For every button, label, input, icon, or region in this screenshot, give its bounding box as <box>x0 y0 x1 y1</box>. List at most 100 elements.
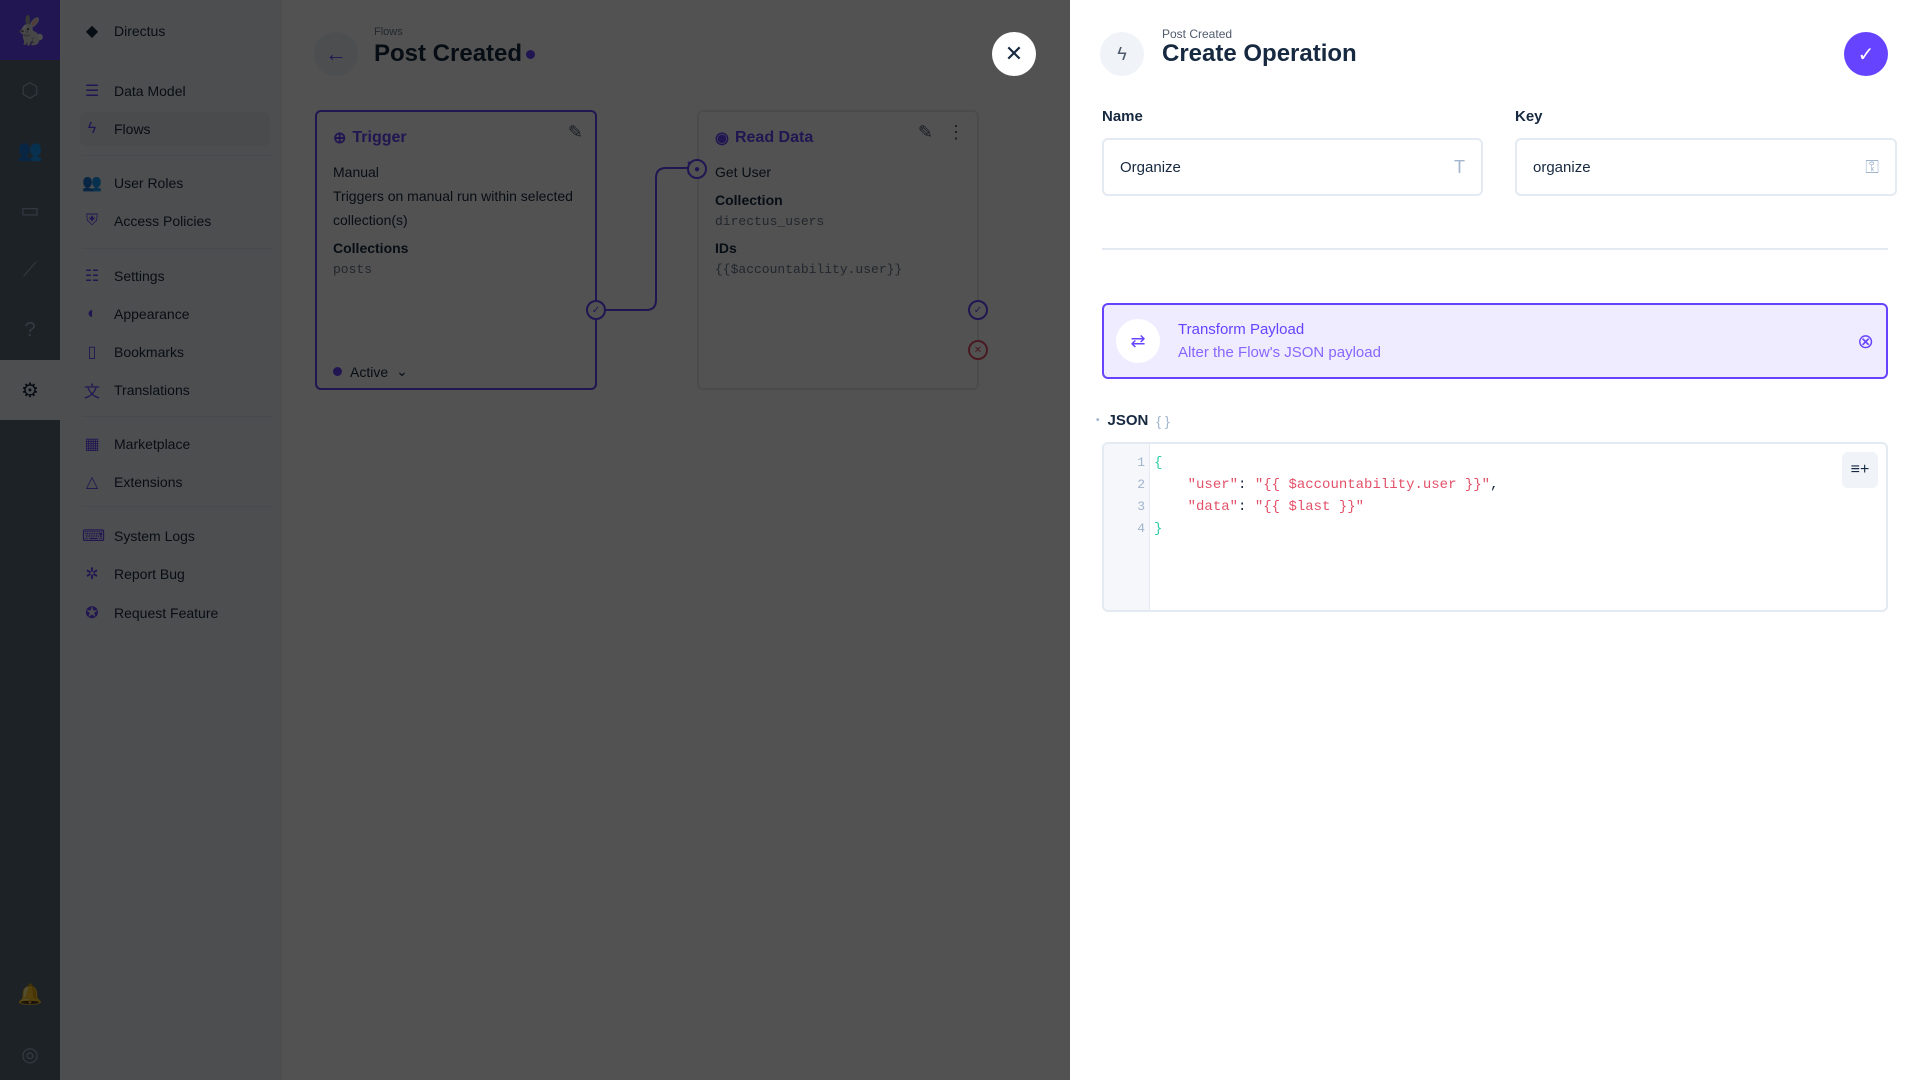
sidebar-item-bookmarks[interactable]: ▯ Bookmarks <box>80 335 270 369</box>
json-field-label: • JSON { } <box>1096 412 1170 429</box>
sidebar-item-marketplace[interactable]: ▦ Marketplace <box>80 427 270 461</box>
trigger-title: Trigger <box>352 129 407 146</box>
trigger-tools: ✎ <box>568 122 583 143</box>
sidebar-item-data-model[interactable]: ☰ Data Model <box>80 74 270 108</box>
read-data-panel[interactable]: ◉ Read Data ✎ ⋮ Get User Collection direct… <box>697 110 979 390</box>
key-label: Key <box>1515 108 1543 125</box>
key-input[interactable]: organize ⚿ <box>1515 138 1897 196</box>
verified-icon: ✪ <box>85 605 99 622</box>
save-button[interactable]: ✓ <box>1844 32 1888 76</box>
collections-value: posts <box>333 262 373 277</box>
modal-overlay-dimmed-background[interactable]: 🐇 ⬡ 👥 ▭ ⟋ ? ⚙ 🔔 ◎ ◆ Directus ☰ Data Model … <box>0 0 1070 1080</box>
arrow-left-icon: ← <box>325 41 347 66</box>
deselect-operation-icon[interactable]: ⊗ <box>1857 329 1874 354</box>
required-dot: • <box>1096 415 1100 426</box>
code-line: } <box>1154 521 1163 537</box>
operation-name: Get User <box>715 164 772 180</box>
active-dot <box>333 367 342 376</box>
sidebar-item-report-bug[interactable]: ✲ Report Bug <box>80 557 270 591</box>
close-icon: ✕ <box>1004 41 1024 66</box>
sidebar-item-user-roles[interactable]: 👥 User Roles <box>80 166 270 200</box>
sidebar-item-label: Data Model <box>114 83 186 99</box>
drawer-breadcrumb: Post Created <box>1162 27 1233 41</box>
resolve-port-icon[interactable]: ✓ <box>586 300 606 320</box>
read-title: Read Data <box>734 129 814 146</box>
key-value: organize <box>1533 158 1591 176</box>
transform-icon: ⇄ <box>1116 319 1160 363</box>
code-content[interactable]: { "user": "{{ $accountability.user }}", … <box>1150 444 1499 610</box>
playlist-add-icon: ≡+ <box>1850 461 1870 478</box>
json-label: JSON <box>1107 412 1149 429</box>
sidebar-item-label: Access Policies <box>114 213 212 229</box>
bell-icon[interactable]: 🔔 <box>0 964 60 1024</box>
sidebar-item-flows[interactable]: ϟ Flows <box>80 112 270 146</box>
trigger-header: ⊕ Trigger <box>333 128 579 148</box>
ids-value: {{$accountability.user}} <box>715 262 903 277</box>
collection-label: Collection <box>715 192 783 208</box>
connection-line <box>606 161 696 311</box>
sidebar-item-access-policies[interactable]: ⛨ Access Policies <box>80 204 270 238</box>
close-drawer-button[interactable]: ✕ <box>992 32 1036 76</box>
divider <box>1102 248 1888 250</box>
terminal-icon: ⌨ <box>82 528 106 545</box>
divider <box>82 416 272 417</box>
text-icon: T <box>1454 156 1465 177</box>
line-numbers: 1234 <box>1104 444 1150 610</box>
sidebar-item-extensions[interactable]: △ Extensions <box>80 465 270 499</box>
settings-module-icon[interactable]: ⚙ <box>0 360 60 420</box>
project-name: ◆ Directus <box>80 14 270 48</box>
input-port-icon[interactable]: ● <box>687 159 707 179</box>
sidebar-item-label: System Logs <box>114 528 195 544</box>
sidebar-item-label: Bookmarks <box>114 344 185 360</box>
selected-operation-card[interactable]: ⇄ Transform Payload Alter the Flow's JSON… <box>1102 303 1888 379</box>
sidebar-item-settings[interactable]: ☷ Settings <box>80 259 270 293</box>
operation-title: Transform Payload <box>1178 321 1305 338</box>
edit-icon[interactable]: ✎ <box>568 122 583 143</box>
insights-module-icon[interactable]: ⟋ <box>0 240 60 300</box>
files-module-icon[interactable]: ▭ <box>0 180 60 240</box>
bolt-circle-icon: ⊕ <box>333 130 347 147</box>
code-line: "user": "{{ $accountability.user }}", <box>1187 477 1499 493</box>
key-icon: ⚿ <box>1865 156 1879 177</box>
sidebar-item-label: User Roles <box>114 175 184 191</box>
content-module-icon[interactable]: ⬡ <box>0 60 60 120</box>
user-avatar-icon[interactable]: ◎ <box>0 1024 60 1084</box>
chevron-down-icon: ⌄ <box>396 363 408 379</box>
name-input[interactable]: Organize T <box>1102 138 1483 196</box>
edit-icon[interactable]: ✎ <box>918 122 933 143</box>
sidebar-item-label: Translations <box>114 382 190 398</box>
trigger-description: Triggers on manual run within selected c… <box>333 188 573 228</box>
status-dropdown[interactable]: Active ⌄ <box>333 363 408 380</box>
json-code-editor[interactable]: 1234 { "user": "{{ $accountability.user … <box>1102 442 1888 612</box>
settings-navigation: ◆ Directus ☰ Data Model ϟ Flows 👥 User Roles… <box>60 0 282 1080</box>
users-module-icon[interactable]: 👥 <box>0 120 60 180</box>
store-icon: ▦ <box>84 436 100 453</box>
sidebar-item-system-logs[interactable]: ⌨ System Logs <box>80 519 270 553</box>
sidebar-item-translations[interactable]: 文 Translations <box>80 373 270 407</box>
collections-label: Collections <box>333 240 409 256</box>
page-title: Post Created <box>374 40 536 68</box>
breadcrumb[interactable]: Flows <box>374 26 403 38</box>
project-label: Directus <box>114 23 166 39</box>
page-title-text: Post Created <box>374 40 523 67</box>
help-module-icon[interactable]: ? <box>0 300 60 360</box>
shield-icon: ⛨ <box>85 212 98 229</box>
status-dot <box>526 50 536 60</box>
braces-icon: { } <box>1156 412 1170 429</box>
divider <box>82 248 272 249</box>
sidebar-item-appearance[interactable]: ◐ Appearance <box>80 297 270 331</box>
resolve-port-icon[interactable]: ✓ <box>968 300 988 320</box>
sidebar-item-label: Request Feature <box>114 605 219 621</box>
shapes-icon: △ <box>85 474 99 491</box>
sidebar-item-request-feature[interactable]: ✪ Request Feature <box>80 596 270 630</box>
directus-logo[interactable]: 🐇 <box>0 0 60 60</box>
reject-port-icon[interactable]: ✕ <box>968 340 988 360</box>
translate-icon: 文 <box>83 384 100 401</box>
insert-variable-button[interactable]: ≡+ <box>1842 452 1878 488</box>
trigger-panel[interactable]: ⊕ Trigger ✎ Manual Triggers on manual run… <box>315 110 597 390</box>
more-vert-icon[interactable]: ⋮ <box>947 122 965 143</box>
code-line: { <box>1154 455 1163 471</box>
module-bar: 🐇 ⬡ 👥 ▭ ⟋ ? ⚙ 🔔 ◎ <box>0 0 60 1080</box>
back-button[interactable]: ← <box>314 32 358 76</box>
project-icon: ◆ <box>85 23 99 40</box>
